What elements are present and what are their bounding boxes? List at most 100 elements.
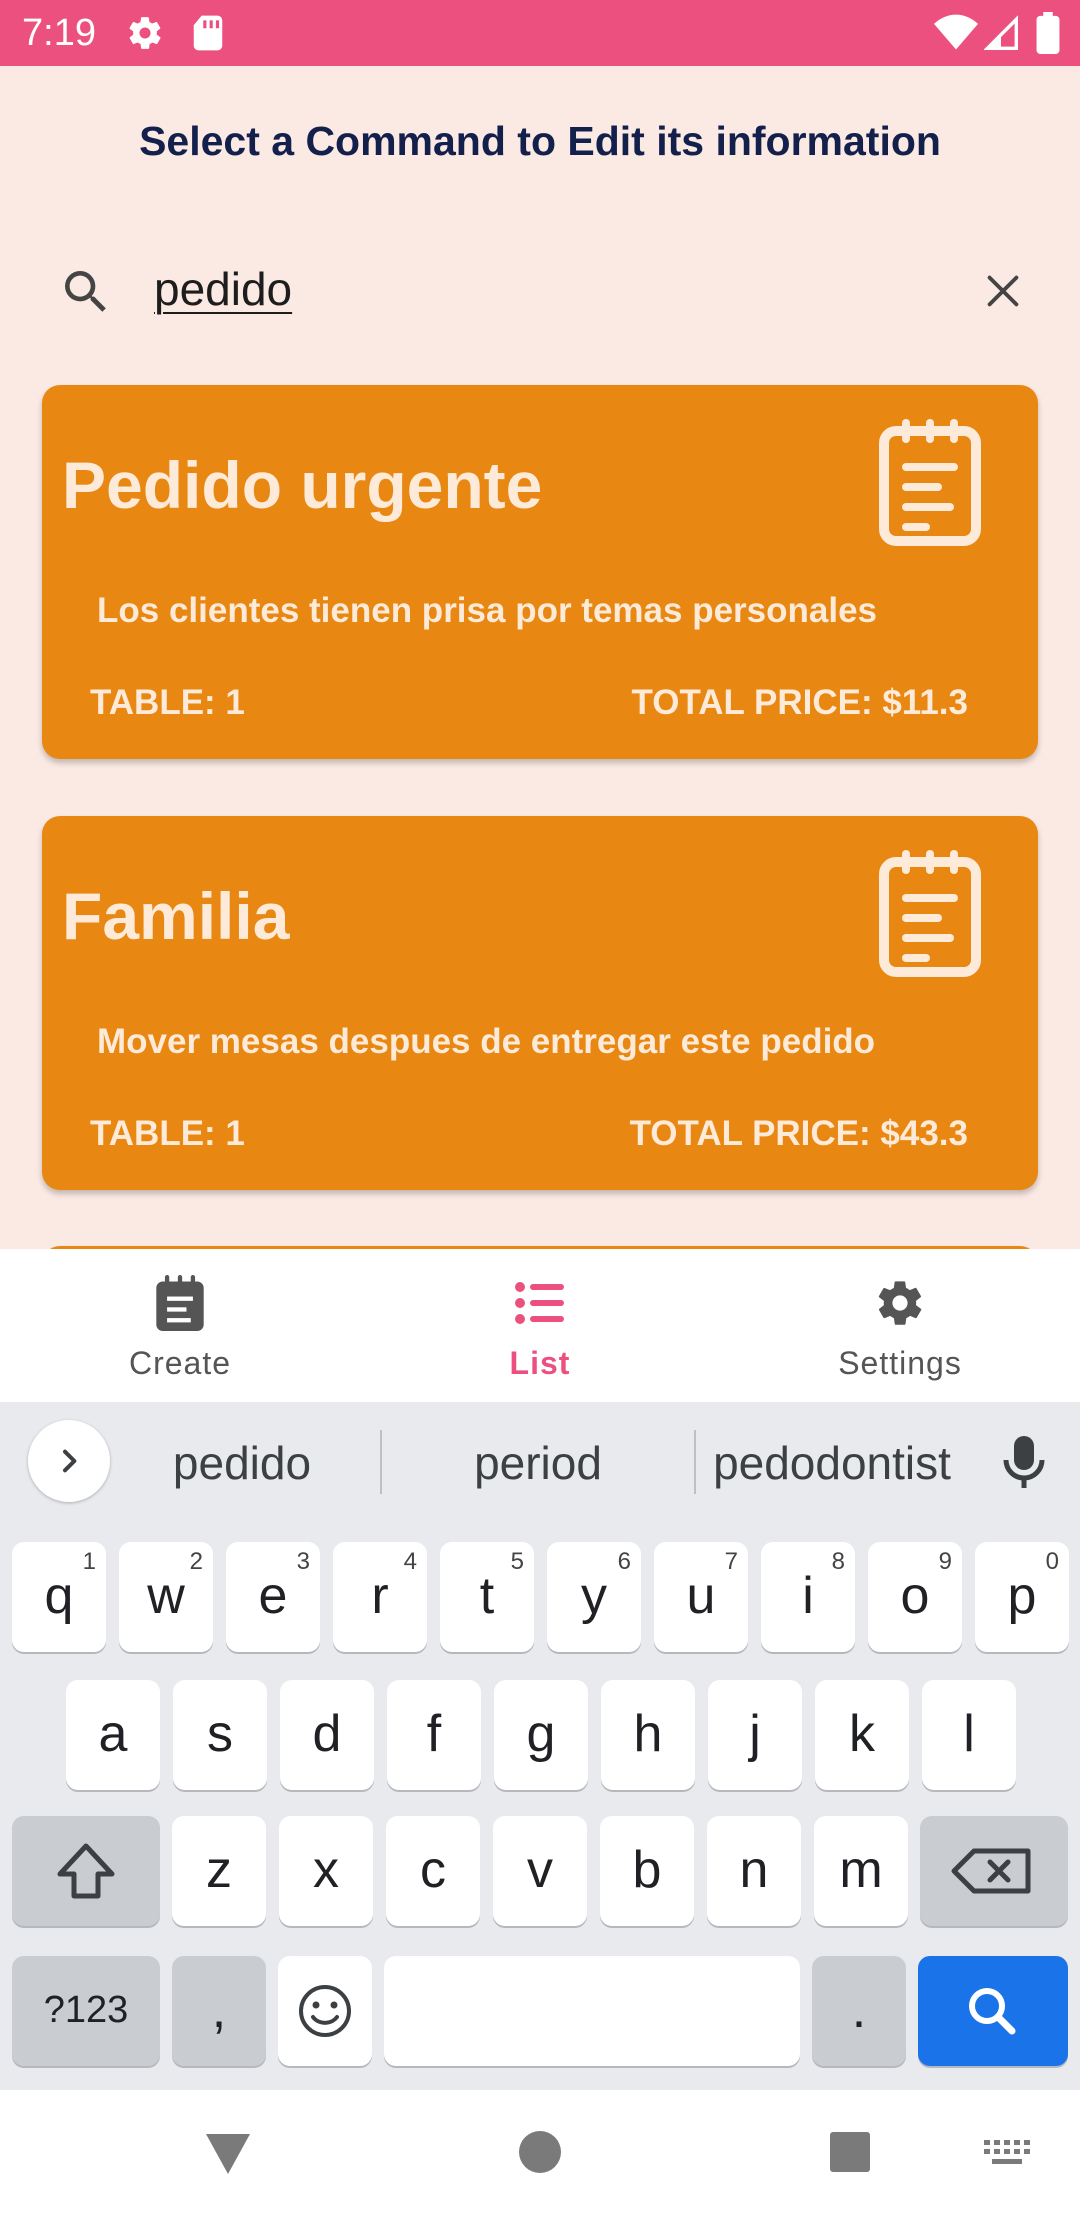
- chevron-right-icon: [63, 1449, 77, 1473]
- key-a[interactable]: a: [66, 1680, 160, 1790]
- key-label: r: [371, 1567, 389, 1625]
- key-b[interactable]: b: [600, 1816, 694, 1926]
- key-z[interactable]: z: [172, 1816, 266, 1926]
- system-navigation-bar: [0, 2090, 1080, 2220]
- notepad-icon: [156, 1275, 204, 1331]
- battery-icon: [1036, 12, 1060, 54]
- period-key[interactable]: .: [812, 1956, 906, 2066]
- key-e[interactable]: e3: [226, 1542, 320, 1652]
- key-number-hint: 8: [831, 1548, 845, 1575]
- status-bar: 7:19: [0, 0, 1080, 66]
- command-card[interactable]: Familia Mover mesas despues de entregar …: [42, 816, 1038, 1190]
- key-label: q: [44, 1567, 74, 1625]
- key-label: p: [1007, 1567, 1037, 1625]
- key-t[interactable]: t5: [440, 1542, 534, 1652]
- nav-label: Settings: [838, 1345, 962, 1381]
- key-l[interactable]: l: [922, 1680, 1016, 1790]
- command-description: Los clientes tienen prisa por temas pers…: [97, 591, 877, 630]
- key-k[interactable]: k: [815, 1680, 909, 1790]
- command-table: TABLE: 1: [90, 1114, 245, 1153]
- shift-arrow-icon: [57, 1843, 115, 1899]
- key-p[interactable]: p0: [975, 1542, 1069, 1652]
- search-icon: [969, 1988, 1016, 2035]
- search-input[interactable]: pedido: [154, 262, 292, 316]
- notepad-icon: [879, 419, 981, 546]
- shift-key[interactable]: [12, 1816, 160, 1926]
- nav-label: List: [509, 1345, 571, 1381]
- sd-card-icon: [193, 15, 223, 51]
- key-o[interactable]: o9: [868, 1542, 962, 1652]
- command-description: Mover mesas despues de entregar este ped…: [97, 1022, 876, 1061]
- symbols-key[interactable]: ?123: [12, 1956, 160, 2066]
- key-h[interactable]: h: [601, 1680, 695, 1790]
- key-d[interactable]: d: [280, 1680, 374, 1790]
- key-m[interactable]: m: [814, 1816, 908, 1926]
- search-icon[interactable]: [58, 264, 114, 320]
- recent-apps-icon[interactable]: [828, 2130, 872, 2174]
- command-table: TABLE: 1: [90, 683, 245, 722]
- key-number-hint: 7: [724, 1548, 738, 1575]
- bottom-navigation: Create List Settings: [0, 1249, 1080, 1402]
- key-number-hint: 5: [510, 1548, 524, 1575]
- emoji-icon: [299, 1985, 351, 2037]
- key-label: o: [900, 1567, 930, 1625]
- key-label: y: [581, 1567, 607, 1625]
- command-title: Familia: [62, 879, 290, 953]
- notepad-icon: [879, 850, 981, 977]
- key-number-hint: 2: [189, 1548, 203, 1575]
- key-number-hint: 0: [1045, 1548, 1059, 1575]
- suggestions-expand-button[interactable]: [28, 1420, 110, 1502]
- nav-item-settings[interactable]: Settings: [720, 1249, 1080, 1402]
- key-number-hint: 4: [403, 1548, 417, 1575]
- suggestion-divider: [380, 1430, 382, 1494]
- key-number-hint: 6: [617, 1548, 631, 1575]
- settings-gear-icon: [129, 17, 161, 49]
- page-title: Select a Command to Edit its information: [139, 118, 941, 164]
- key-n[interactable]: n: [707, 1816, 801, 1926]
- key-number-hint: 9: [938, 1548, 952, 1575]
- nav-item-list[interactable]: List: [360, 1249, 720, 1402]
- key-v[interactable]: v: [493, 1816, 587, 1926]
- status-time: 7:19: [22, 12, 96, 54]
- close-icon[interactable]: [980, 268, 1026, 314]
- comma-key[interactable]: ,: [172, 1956, 266, 2066]
- backspace-icon: [951, 1848, 1031, 1894]
- list-icon: [515, 1282, 564, 1324]
- microphone-icon[interactable]: [1000, 1434, 1048, 1490]
- emoji-key[interactable]: [278, 1956, 372, 2066]
- soft-keyboard: pedido period pedodontist q1w2e3r4t5y6u7…: [0, 1402, 1080, 2090]
- key-u[interactable]: u7: [654, 1542, 748, 1652]
- key-number-hint: 1: [82, 1548, 96, 1575]
- key-y[interactable]: y6: [547, 1542, 641, 1652]
- key-f[interactable]: f: [387, 1680, 481, 1790]
- back-icon[interactable]: [204, 2130, 252, 2176]
- command-title: Pedido urgente: [62, 448, 543, 522]
- home-icon[interactable]: [518, 2130, 562, 2174]
- spacebar-key[interactable]: [384, 1956, 800, 2066]
- key-w[interactable]: w2: [119, 1542, 213, 1652]
- key-c[interactable]: c: [386, 1816, 480, 1926]
- signal-icon: [984, 15, 1018, 50]
- nav-label: Create: [128, 1345, 232, 1381]
- key-label: w: [147, 1567, 185, 1625]
- key-s[interactable]: s: [173, 1680, 267, 1790]
- keyboard-switch-icon[interactable]: [982, 2138, 1032, 2170]
- backspace-key[interactable]: [920, 1816, 1068, 1926]
- suggestion-item[interactable]: pedido: [120, 1436, 364, 1490]
- key-label: t: [479, 1567, 495, 1625]
- key-x[interactable]: x: [279, 1816, 373, 1926]
- key-r[interactable]: r4: [333, 1542, 427, 1652]
- key-q[interactable]: q1: [12, 1542, 106, 1652]
- key-g[interactable]: g: [494, 1680, 588, 1790]
- search-action-key[interactable]: [918, 1956, 1068, 2066]
- suggestion-item[interactable]: period: [386, 1436, 690, 1490]
- key-i[interactable]: i8: [761, 1542, 855, 1652]
- suggestion-divider: [694, 1430, 696, 1494]
- key-number-hint: 3: [296, 1548, 310, 1575]
- key-j[interactable]: j: [708, 1680, 802, 1790]
- command-total-price: TOTAL PRICE: $43.3: [629, 1114, 968, 1153]
- key-label: i: [802, 1567, 814, 1625]
- nav-item-create[interactable]: Create: [0, 1249, 360, 1402]
- suggestion-item[interactable]: pedodontist: [700, 1436, 964, 1490]
- command-card[interactable]: Pedido urgente Los clientes tienen prisa…: [42, 385, 1038, 759]
